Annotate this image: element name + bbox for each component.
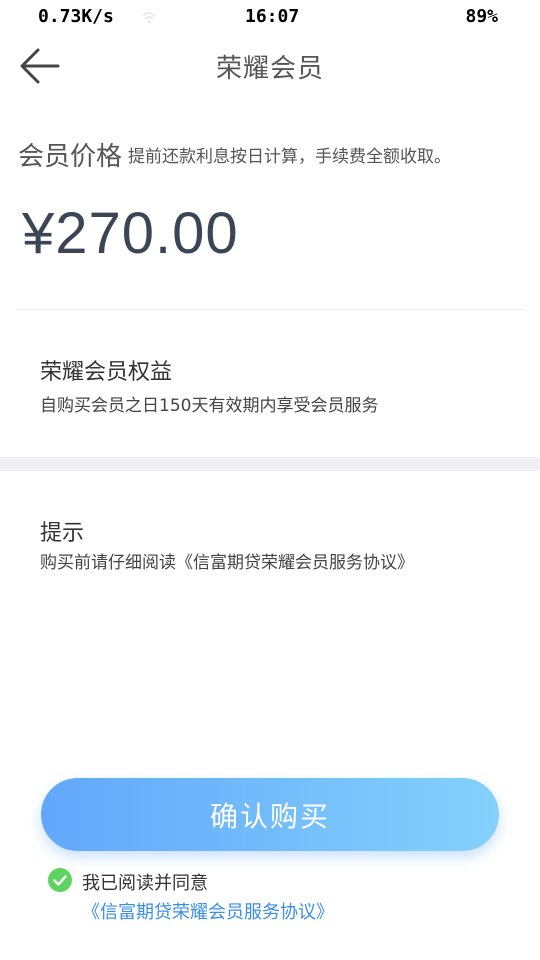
page: 0.73K/s 16:07 89% 荣耀会员 会员价格 提前还款利息按日计算，手续… (0, 0, 540, 960)
network-speed: 0.73K/s (38, 6, 114, 27)
check-circle-icon (53, 875, 67, 886)
price-value: ¥270.00 (22, 201, 239, 266)
status-bar: 0.73K/s 16:07 89% (0, 0, 540, 36)
benefit-title: 荣耀会员权益 (40, 360, 173, 385)
section-separator (0, 457, 540, 471)
agreement-checkbox[interactable] (48, 868, 72, 892)
price-label: 会员价格 (18, 142, 123, 172)
benefit-description: 自购买会员之日150天有效期内享受会员服务 (40, 396, 379, 416)
divider (16, 309, 524, 310)
tip-title: 提示 (40, 521, 85, 546)
agreement-text: 我已阅读并同意 (82, 873, 208, 894)
header: 荣耀会员 (0, 36, 540, 96)
price-label-row: 会员价格 提前还款利息按日计算，手续费全额收取。 (18, 136, 528, 173)
page-title: 荣耀会员 (215, 54, 324, 84)
battery-level: 89% (465, 6, 498, 27)
agreement-link[interactable]: 《信富期贷荣耀会员服务协议》 (82, 898, 334, 924)
signal-icon (142, 12, 156, 24)
tip-description: 购买前请仔细阅读《信富期贷荣耀会员服务协议》 (40, 553, 414, 573)
confirm-purchase-button[interactable]: 确认购买 (41, 778, 499, 851)
clock: 16:07 (245, 6, 300, 27)
price-note: 提前还款利息按日计算，手续费全额收取。 (128, 147, 452, 167)
